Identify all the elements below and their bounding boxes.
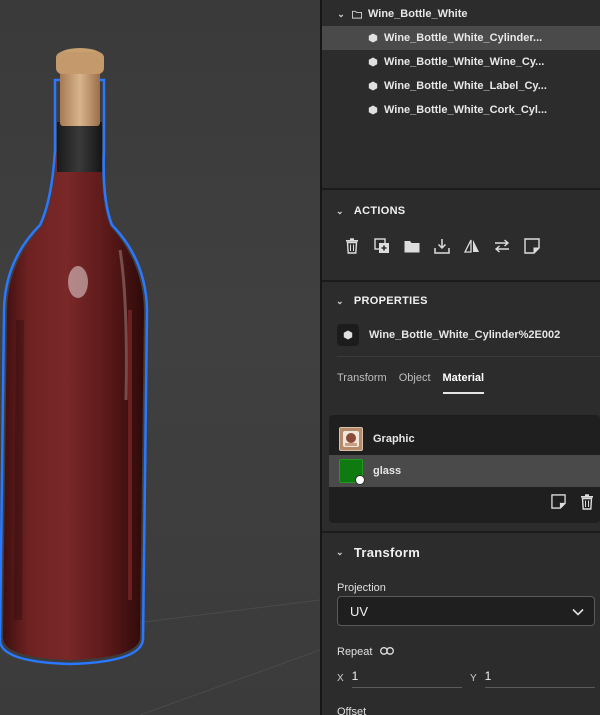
bottle-body: [3, 150, 144, 660]
actions-toolbar: [342, 236, 542, 256]
tab-object[interactable]: Object: [399, 372, 431, 394]
duplicate-icon: [374, 238, 389, 253]
layer-item-label: Wine_Bottle_White_Cylinder...: [384, 32, 543, 44]
group-button[interactable]: [402, 236, 422, 256]
properties-section-header[interactable]: ⌄ PROPERTIES: [336, 295, 428, 307]
transform-title: Transform: [353, 545, 421, 560]
flip-icon: [464, 239, 479, 253]
repeat-y-value[interactable]: 1: [484, 669, 595, 688]
glass-swatch: [339, 459, 365, 485]
section-divider: [337, 356, 600, 357]
material-label: Graphic: [373, 433, 415, 445]
cube-icon: [368, 57, 378, 67]
chevron-down-icon: [572, 604, 584, 619]
download-button[interactable]: [432, 236, 452, 256]
layer-group-row[interactable]: ⌄ Wine_Bottle_White: [322, 2, 600, 26]
layer-group-label: Wine_Bottle_White: [368, 8, 468, 20]
link-badge-icon: [355, 475, 365, 485]
chevron-down-icon[interactable]: ⌄: [336, 9, 346, 19]
layer-item-label: Wine_Bottle_White_Wine_Cy...: [384, 56, 545, 68]
x-axis-label: X: [337, 673, 344, 684]
cork: [60, 70, 100, 126]
duplicate-button[interactable]: [372, 236, 392, 256]
wine-bottle-render: [0, 48, 320, 715]
sticker-button[interactable]: [522, 236, 542, 256]
tab-transform[interactable]: Transform: [337, 372, 387, 394]
tab-material[interactable]: Material: [442, 372, 485, 394]
folder-icon: [404, 240, 420, 252]
sticker-icon: [524, 238, 540, 254]
layer-item[interactable]: Wine_Bottle_White_Cylinder...: [322, 26, 600, 50]
flip-button[interactable]: [462, 236, 482, 256]
cube-icon: [368, 81, 378, 91]
actions-section-header[interactable]: ⌄ ACTIONS: [336, 205, 405, 217]
graphic-thumbnail: [339, 427, 363, 451]
properties-title: PROPERTIES: [353, 295, 428, 307]
chevron-down-icon: ⌄: [336, 295, 344, 306]
layer-item[interactable]: Wine_Bottle_White_Wine_Cy...: [322, 50, 600, 74]
selected-object: Wine_Bottle_White_Cylinder%2E002: [337, 324, 560, 346]
cube-icon: [337, 324, 359, 346]
transform-section-header[interactable]: ⌄ Transform: [336, 545, 420, 560]
section-divider: [322, 280, 600, 282]
layer-item-label: Wine_Bottle_White_Label_Cy...: [384, 80, 547, 92]
trash-icon: [346, 238, 358, 254]
trash-icon[interactable]: [580, 494, 594, 515]
projection-select[interactable]: UV: [337, 596, 595, 626]
material-item-glass[interactable]: glass: [329, 455, 600, 487]
repeat-row: Repeat: [337, 646, 395, 658]
repeat-x-value[interactable]: 1: [351, 669, 462, 688]
sticker-icon[interactable]: [551, 494, 566, 515]
3d-viewport[interactable]: [0, 0, 320, 715]
layer-item[interactable]: Wine_Bottle_White_Cork_Cyl...: [322, 98, 600, 122]
material-label: glass: [373, 465, 402, 477]
folder-icon: [352, 9, 362, 19]
swap-icon: [494, 239, 510, 253]
delete-button[interactable]: [342, 236, 362, 256]
bottle-neck: [57, 122, 102, 172]
section-divider: [322, 531, 600, 533]
repeat-label: Repeat: [337, 646, 373, 658]
y-axis-label: Y: [470, 673, 477, 684]
download-icon: [434, 239, 450, 254]
properties-panel: ⌄ Wine_Bottle_White Wine_Bottle_White_Cy…: [322, 0, 600, 715]
cube-icon: [368, 33, 378, 43]
actions-title: ACTIONS: [353, 205, 406, 217]
repeat-y-field[interactable]: Y 1: [470, 669, 595, 688]
cube-icon: [368, 105, 378, 115]
material-tools: [551, 494, 594, 515]
chevron-down-icon: ⌄: [336, 205, 344, 216]
properties-tabs: Transform Object Material: [337, 372, 485, 394]
projection-label: Projection: [337, 582, 386, 594]
section-divider: [322, 188, 600, 190]
material-item-graphic[interactable]: Graphic: [329, 423, 600, 455]
projection-value: UV: [350, 603, 369, 619]
material-list: Graphic glass: [329, 415, 600, 523]
offset-label: Offset: [337, 706, 367, 715]
link-icon[interactable]: [380, 646, 395, 658]
object-name: Wine_Bottle_White_Cylinder%2E002: [369, 329, 561, 341]
layer-item-label: Wine_Bottle_White_Cork_Cyl...: [384, 104, 548, 116]
swap-button[interactable]: [492, 236, 512, 256]
layer-item[interactable]: Wine_Bottle_White_Label_Cy...: [322, 74, 600, 98]
repeat-x-field[interactable]: X 1: [337, 669, 462, 688]
chevron-down-icon: ⌄: [336, 547, 344, 557]
